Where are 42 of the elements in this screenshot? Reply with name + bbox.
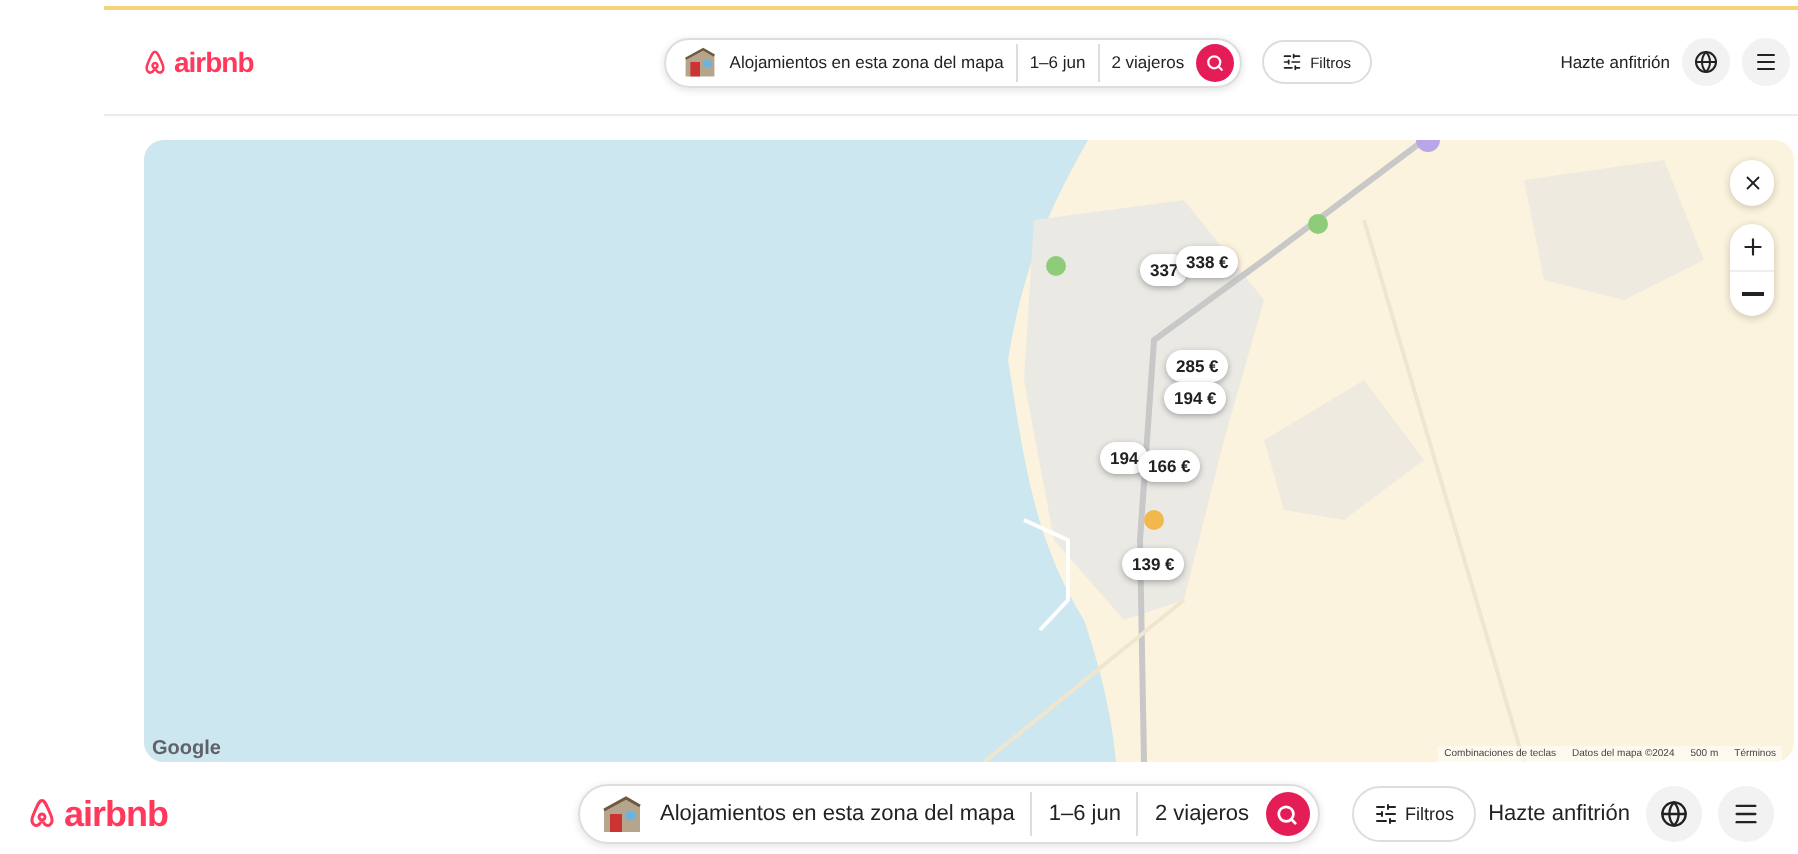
menu-button[interactable] [1718, 786, 1774, 842]
search-icon [1276, 803, 1299, 825]
dates-text[interactable]: 1–6 jun [1029, 52, 1086, 72]
search-bar[interactable]: Alojamientos en esta zona del mapa 1–6 jun 2 viajeros [578, 784, 1320, 844]
map-brand: Google [152, 738, 221, 760]
house-icon [600, 794, 645, 834]
house-icon [681, 46, 718, 78]
price-pin[interactable]: 285 € [1166, 350, 1229, 382]
search-bar[interactable]: Alojamientos en esta zona del mapa 1–6 jun 2 viajeros [663, 37, 1243, 87]
guests-text[interactable]: 2 viajeros [1154, 802, 1250, 826]
language-button[interactable] [1682, 38, 1730, 86]
dates-text[interactable]: 1–6 jun [1048, 802, 1121, 826]
airbnb-logo[interactable]: airbnb [24, 793, 169, 835]
location-text[interactable]: Alojamientos en esta zona del mapa [660, 802, 1015, 826]
plus-icon [1739, 234, 1765, 260]
location-text[interactable]: Alojamientos en esta zona del mapa [729, 52, 1004, 72]
host-link[interactable]: Hazte anfitrión [1560, 52, 1670, 72]
sliders-icon [1282, 52, 1303, 72]
sliders-icon [1373, 802, 1398, 826]
price-pin[interactable]: 194 € [1164, 382, 1227, 414]
price-pin[interactable]: 166 € [1138, 450, 1201, 482]
logo-wordmark: airbnb [174, 46, 254, 78]
search-button[interactable] [1196, 43, 1235, 81]
airbnb-logo[interactable]: airbnb [140, 46, 254, 78]
globe-icon [1660, 800, 1688, 828]
filters-button[interactable]: Filtros [1351, 786, 1477, 842]
price-pin[interactable]: 338 € [1176, 246, 1239, 278]
logo-icon [140, 47, 170, 77]
menu-icon [1754, 50, 1778, 74]
close-icon [1741, 172, 1763, 194]
minus-icon [1741, 292, 1763, 296]
language-button[interactable] [1646, 786, 1702, 842]
logo-icon [24, 796, 60, 832]
globe-icon [1694, 50, 1718, 74]
search-icon [1206, 53, 1225, 71]
search-button[interactable] [1265, 792, 1310, 836]
logo-wordmark: airbnb [64, 793, 169, 835]
price-pin[interactable]: 139 € [1122, 548, 1185, 580]
menu-button[interactable] [1742, 38, 1790, 86]
guests-text[interactable]: 2 viajeros [1111, 52, 1185, 72]
host-link[interactable]: Hazte anfitrión [1488, 802, 1630, 826]
menu-icon [1732, 800, 1760, 828]
